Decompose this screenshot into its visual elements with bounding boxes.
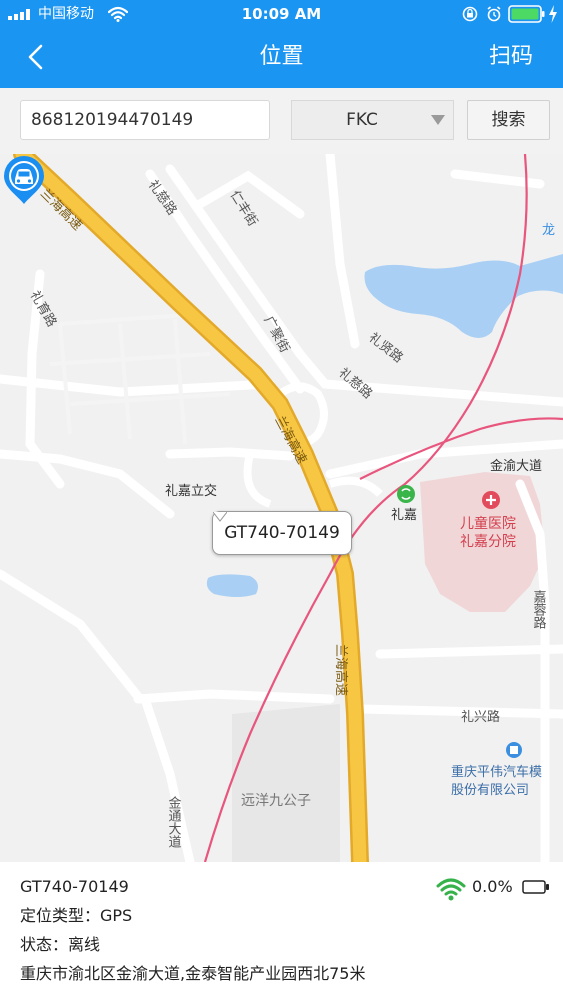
map-label-lijia-interchange: 礼嘉立交	[165, 483, 217, 499]
device-callout-label: GT740-70149	[224, 523, 340, 543]
map-label-jintong-avenue: 金通大道	[166, 795, 182, 848]
map-label-jinyu-avenue: 金渝大道	[490, 458, 542, 474]
charging-bolt-icon	[549, 5, 557, 23]
device-type-select[interactable]: FKC	[291, 100, 454, 140]
dropdown-triangle-icon	[431, 115, 445, 125]
map-view[interactable]: 兰海高速 兰海高速 兰海高速 礼慈路 礼慈路 礼育路 仁丰街 广聚街 礼贤路 礼…	[0, 154, 563, 862]
info-device-name: GT740-70149	[20, 877, 129, 896]
imei-input[interactable]	[20, 100, 270, 140]
map-canvas: 兰海高速 兰海高速 兰海高速 礼慈路 礼慈路 礼育路 仁丰街 广聚街 礼贤路 礼…	[0, 154, 563, 862]
car-location-pin-icon[interactable]	[0, 154, 48, 206]
signal-strength-icon	[436, 878, 466, 901]
map-label-lanhai-highway: 兰海高速	[333, 644, 349, 696]
device-info-panel: GT740-70149 定位类型：GPS 状态：离线 重庆市渝北区金渝大道,金泰…	[0, 862, 563, 1000]
battery-empty-icon	[522, 880, 549, 894]
pond	[206, 574, 258, 597]
map-label-yuanyang: 远洋九公子	[241, 793, 311, 809]
device-callout[interactable]: GT740-70149	[212, 511, 352, 555]
map-label-lijia-station: 礼嘉	[391, 507, 417, 523]
app-header: 中国移动 10:09 AM 位置 扫码	[0, 0, 563, 88]
map-label-lixian-road: 礼贤路	[366, 330, 407, 367]
battery-percent: 0.0%	[472, 877, 513, 896]
page-title: 位置	[259, 44, 304, 69]
info-location-type: 定位类型：GPS	[20, 906, 133, 925]
map-label-pingwei-company-2: 股份有限公司	[451, 783, 529, 798]
map-label-renfeng-street: 仁丰街	[227, 188, 260, 229]
map-label-jiarong-road: 嘉蓉路	[531, 590, 547, 629]
map-label-lixing-road: 礼兴路	[461, 709, 500, 725]
info-address: 重庆市渝北区金渝大道,金泰智能产业园西北75米	[20, 964, 366, 983]
metro-station-icon	[397, 485, 415, 503]
lake	[364, 254, 563, 338]
callout-pointer	[213, 512, 227, 522]
building-block	[232, 704, 340, 862]
map-label-long: 龙	[542, 223, 555, 238]
rotation-lock-icon	[462, 6, 478, 22]
search-button[interactable]: 搜索	[467, 100, 550, 140]
battery-full-icon	[508, 5, 545, 23]
device-type-selected-value: FKC	[346, 110, 378, 130]
status-time: 10:09 AM	[241, 5, 322, 23]
alarm-clock-icon	[487, 6, 501, 22]
search-bar: FKC 搜索	[0, 88, 563, 154]
map-label-hospital: 儿童医院	[460, 515, 516, 532]
map-label-pingwei-company: 重庆平伟汽车模	[451, 764, 542, 780]
scan-button[interactable]: 扫码	[489, 40, 533, 74]
info-status: 状态：离线	[20, 935, 101, 954]
map-label-hospital-branch: 礼嘉分院	[460, 534, 516, 550]
